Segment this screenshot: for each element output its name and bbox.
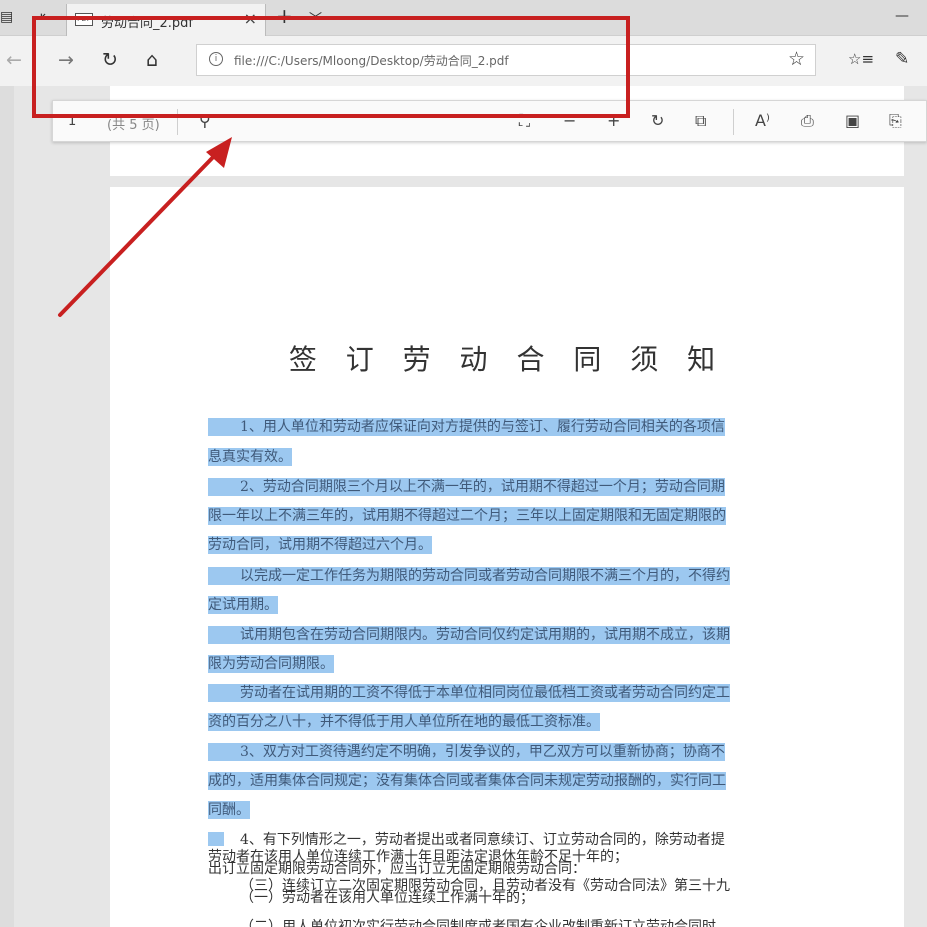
browser-window: ▤ ⇤ PDF 劳动合同_2.pdf × + ﹀ — ← → ↻ ⌂ i fil… bbox=[0, 0, 927, 927]
annotation-arrow bbox=[58, 137, 232, 317]
